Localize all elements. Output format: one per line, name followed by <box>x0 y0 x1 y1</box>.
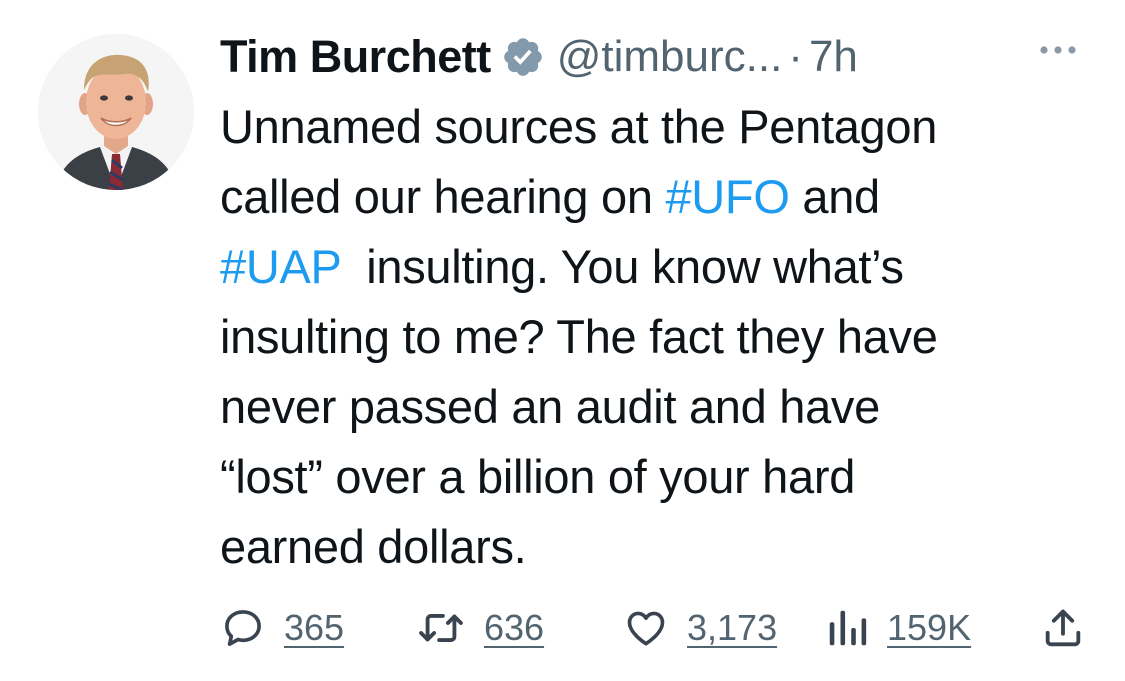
avatar[interactable] <box>38 34 194 190</box>
verified-badge-icon <box>501 35 545 79</box>
separator-dot: · <box>788 32 803 81</box>
retweet-button[interactable]: 636 <box>416 598 544 658</box>
profile-photo-icon <box>38 34 194 190</box>
hashtag-link[interactable]: #UFO <box>665 170 789 223</box>
retweet-icon <box>416 605 466 651</box>
tweet-text-line: earned dollars. <box>220 512 1100 582</box>
tweet-text-line: insulting to me? The fact they have <box>220 302 1100 372</box>
tweet-text-segment: “lost” over a billion of your hard <box>220 450 856 503</box>
tweet-text-segment: earned dollars. <box>220 520 527 573</box>
like-count[interactable]: 3,173 <box>687 607 777 649</box>
retweet-count[interactable]: 636 <box>484 607 544 649</box>
reply-button[interactable]: 365 <box>220 598 344 658</box>
tweet-text-line: never passed an audit and have <box>220 372 1100 442</box>
share-icon <box>1040 605 1086 651</box>
tweet-text-line: Unnamed sources at the Pentagon <box>220 92 1100 162</box>
more-dots-icon <box>1040 46 1076 54</box>
author-name[interactable]: Tim Burchett <box>220 31 491 83</box>
tweet-actions: 365 636 3,173 159K <box>220 598 1090 658</box>
views-count[interactable]: 159K <box>887 607 971 649</box>
tweet-text-segment: Unnamed sources at the Pentagon <box>220 100 938 153</box>
analytics-icon <box>825 605 869 651</box>
share-button[interactable] <box>1040 598 1104 658</box>
author-handle[interactable]: @timburc... <box>557 32 783 82</box>
tweet-text-line: called our hearing on #UFO and <box>220 162 1100 232</box>
tweet-text-line: #UAP insulting. You know what’s <box>220 232 1100 302</box>
hashtag-link[interactable]: #UAP <box>220 240 341 293</box>
tweet-text: Unnamed sources at the Pentagon called ou… <box>220 92 1100 582</box>
reply-icon <box>220 605 266 651</box>
tweet-text-segment: insulting. You know what’s <box>340 240 904 293</box>
more-options-button[interactable] <box>1030 30 1086 70</box>
like-button[interactable]: 3,173 <box>623 598 777 658</box>
tweet-timestamp[interactable]: 7h <box>809 32 858 82</box>
tweet-header: Tim Burchett @timburc... · 7h <box>220 26 1100 88</box>
heart-icon <box>623 605 669 651</box>
reply-count[interactable]: 365 <box>284 607 344 649</box>
tweet-text-segment: never passed an audit and have <box>220 380 880 433</box>
tweet-text-line: “lost” over a billion of your hard <box>220 442 1100 512</box>
tweet-text-segment: and <box>789 170 880 223</box>
tweet-text-segment: insulting to me? The fact they have <box>220 310 938 363</box>
tweet-text-segment: called our hearing on <box>220 170 666 223</box>
tweet[interactable]: Tim Burchett @timburc... · 7h Unnamed so… <box>0 0 1125 681</box>
views-button[interactable]: 159K <box>825 598 971 658</box>
